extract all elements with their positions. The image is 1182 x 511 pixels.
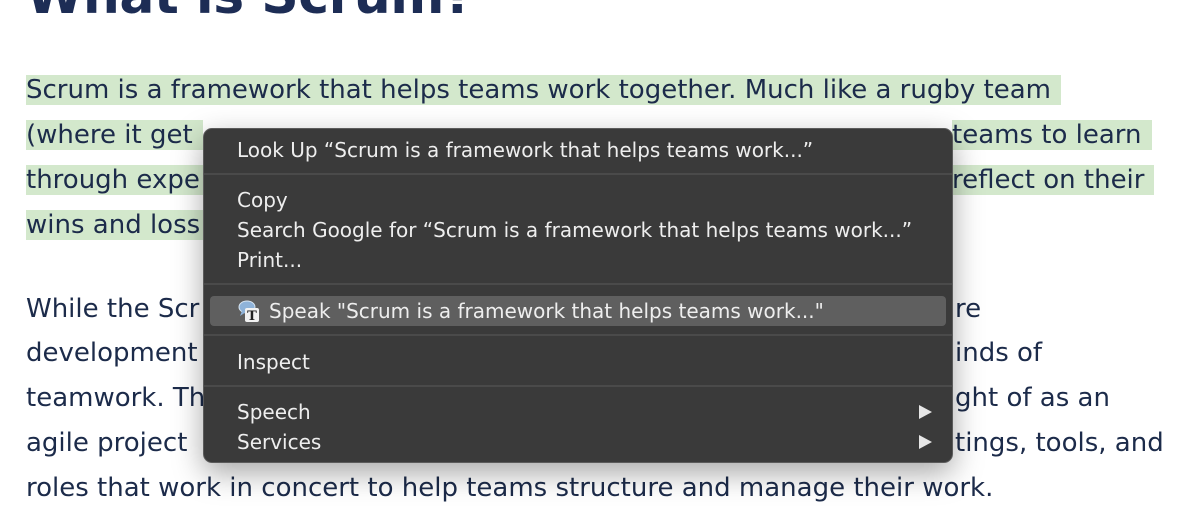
menu-item-speech[interactable]: Speech bbox=[210, 397, 946, 427]
para2-line4-right: tings, tools, and bbox=[955, 428, 1164, 458]
para1-line4-left: wins and loss bbox=[26, 203, 211, 248]
para2-line2-right: inds of bbox=[955, 338, 1043, 368]
menu-separator bbox=[204, 173, 952, 175]
svg-text:T: T bbox=[247, 309, 257, 323]
para2-line1-left: While the Scr bbox=[26, 294, 200, 324]
submenu-arrow-icon bbox=[919, 405, 932, 419]
para1-line1: Scrum is a framework that helps teams wo… bbox=[26, 68, 1061, 113]
speech-bubble-icon: T bbox=[237, 299, 261, 324]
submenu-arrow-icon bbox=[919, 435, 932, 449]
menu-separator bbox=[204, 283, 952, 285]
para2-line2-left: development bbox=[26, 338, 198, 368]
para2-line5: roles that work in concert to help teams… bbox=[26, 473, 994, 503]
menu-item-look-up[interactable]: Look Up “Scrum is a framework that helps… bbox=[210, 135, 946, 165]
para2-line3-right: ght of as an bbox=[955, 383, 1110, 413]
menu-item-print[interactable]: Print... bbox=[210, 245, 946, 275]
menu-item-copy[interactable]: Copy bbox=[210, 185, 946, 215]
menu-item-services[interactable]: Services bbox=[210, 427, 946, 457]
para1-line3-left: through expe bbox=[26, 158, 210, 203]
menu-item-speak[interactable]: T Speak "Scrum is a framework that helps… bbox=[210, 296, 946, 326]
page-title: What is Scrum? bbox=[26, 0, 474, 36]
para2-line4-left: agile project bbox=[26, 428, 188, 458]
menu-separator bbox=[204, 385, 952, 387]
menu-item-inspect[interactable]: Inspect bbox=[210, 347, 946, 377]
para1-line2-left: (where it get bbox=[26, 113, 203, 158]
para2-line3-left: teamwork. Th bbox=[26, 383, 206, 413]
menu-separator bbox=[204, 334, 952, 336]
para2-line1-right: re bbox=[955, 294, 982, 324]
context-menu: Look Up “Scrum is a framework that helps… bbox=[203, 128, 953, 463]
menu-item-search-google[interactable]: Search Google for “Scrum is a framework … bbox=[210, 215, 946, 245]
para1-line2-right: teams to learn bbox=[952, 113, 1152, 158]
para1-line3-right: reflect on their bbox=[952, 158, 1155, 203]
